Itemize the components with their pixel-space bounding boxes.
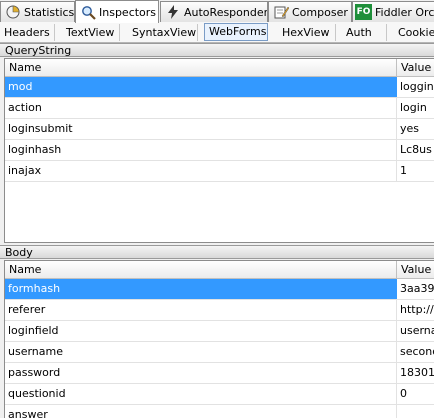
tab-composer[interactable]: Composer (268, 1, 352, 22)
body-row[interactable]: username second (5, 342, 434, 363)
param-value: Lc8us (400, 143, 432, 156)
autoresponder-icon (165, 4, 181, 20)
field-name: questionid (5, 384, 397, 404)
body-row[interactable]: loginfield userna (5, 321, 434, 342)
subtab-webforms[interactable]: WebForms (204, 23, 268, 41)
body-row[interactable]: referer http:// (5, 300, 434, 321)
param-name: inajax (5, 161, 397, 181)
querystring-row[interactable]: mod logging (5, 77, 434, 98)
subtab-textview[interactable]: TextView (62, 24, 120, 41)
querystring-value-column[interactable]: Value (397, 59, 434, 76)
subtab-auth[interactable]: Auth (342, 24, 387, 41)
tab-fiddler-orchestra-label: Fiddler Orch (375, 5, 434, 19)
field-value: http:// (400, 303, 434, 316)
inspector-subtab-strip: Headers TextView SyntaxView WebForms Hex… (0, 22, 434, 43)
field-name: answer (5, 405, 397, 418)
param-value: login (400, 101, 427, 114)
fiddler-orchestra-icon: FO (355, 4, 372, 20)
field-name: formhash (5, 279, 397, 299)
body-value-column[interactable]: Value (397, 261, 434, 278)
field-name: username (5, 342, 397, 362)
tab-statistics[interactable]: Statistics (0, 1, 75, 22)
body-header: Body (0, 245, 434, 259)
querystring-column-headers: Name Value (5, 59, 434, 77)
body-row[interactable]: password 183011 (5, 363, 434, 384)
param-value: logging (397, 77, 434, 97)
querystring-grid[interactable]: Name Value mod logging action login logi… (4, 58, 434, 243)
statistics-icon (5, 4, 21, 20)
tab-composer-label: Composer (292, 5, 348, 19)
tab-statistics-label: Statistics (24, 5, 75, 19)
field-value: userna (400, 324, 434, 337)
tab-autoresponder[interactable]: AutoResponder (160, 1, 268, 22)
tab-inspectors-label: Inspectors (99, 5, 157, 19)
param-name: action (5, 98, 397, 118)
subtab-headers[interactable]: Headers (0, 24, 55, 41)
tab-inspectors[interactable]: Inspectors (75, 0, 159, 23)
tab-fiddler-orchestra[interactable]: FO Fiddler Orch (352, 1, 434, 22)
field-value: 183011 (400, 366, 434, 379)
body-grid[interactable]: Name Value formhash 3aa393 referer http:… (4, 260, 434, 418)
querystring-row[interactable]: loginhash Lc8us (5, 140, 434, 161)
inspectors-icon (80, 4, 96, 20)
subtab-syntaxview[interactable]: SyntaxView (128, 24, 198, 41)
querystring-row[interactable]: action login (5, 98, 434, 119)
param-value: 1 (400, 164, 407, 177)
main-tab-strip: Statistics Inspectors AutoResponder Comp… (0, 0, 434, 23)
querystring-row[interactable]: loginsubmit yes (5, 119, 434, 140)
field-value (397, 405, 434, 418)
field-value: 0 (400, 387, 407, 400)
subtab-hexview[interactable]: HexView (278, 24, 336, 41)
querystring-name-column[interactable]: Name (5, 59, 397, 76)
composer-icon (273, 4, 289, 20)
param-name: loginhash (5, 140, 397, 160)
param-name: mod (5, 77, 397, 97)
field-name: password (5, 363, 397, 383)
body-row[interactable]: formhash 3aa393 (5, 279, 434, 300)
field-value: second (400, 345, 434, 358)
tab-autoresponder-label: AutoResponder (184, 5, 268, 19)
body-name-column[interactable]: Name (5, 261, 397, 278)
param-value: yes (400, 122, 420, 135)
querystring-header: QueryString (0, 43, 434, 57)
querystring-row[interactable]: inajax 1 (5, 161, 434, 182)
body-row[interactable]: answer (5, 405, 434, 418)
subtab-cookies[interactable]: Cookies (394, 24, 434, 41)
field-value: 3aa393 (397, 279, 434, 299)
field-name: referer (5, 300, 397, 320)
param-name: loginsubmit (5, 119, 397, 139)
body-row[interactable]: questionid 0 (5, 384, 434, 405)
field-name: loginfield (5, 321, 397, 341)
body-column-headers: Name Value (5, 261, 434, 279)
